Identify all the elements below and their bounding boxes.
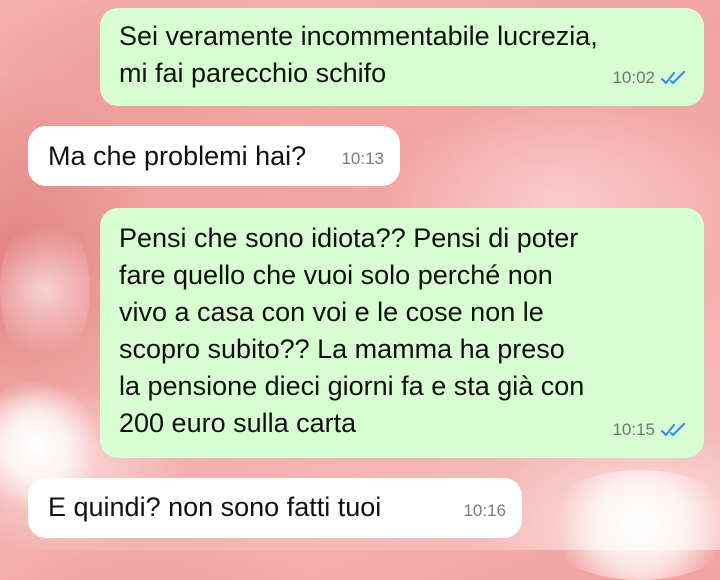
message-text: Sei veramente incommentabile lucrezia, m… xyxy=(119,21,598,88)
message-bubble-outgoing[interactable]: Pensi che sono idiota?? Pensi di poter f… xyxy=(100,208,704,458)
message-time: 10:16 xyxy=(463,501,506,520)
message-meta: 10:15 xyxy=(612,411,688,448)
background-flower xyxy=(0,210,90,370)
message-time: 10:02 xyxy=(612,68,655,87)
message-meta: 10:02 xyxy=(612,59,688,96)
message-time: 10:13 xyxy=(341,149,384,168)
message-meta: 10:13 xyxy=(341,140,384,177)
message-bubble-outgoing[interactable]: Sei veramente incommentabile lucrezia, m… xyxy=(100,8,704,106)
double-check-read-icon xyxy=(660,422,688,438)
message-meta: 10:16 xyxy=(463,492,506,529)
background-flower xyxy=(540,470,720,580)
message-time: 10:15 xyxy=(612,420,655,439)
double-check-read-icon xyxy=(660,70,688,86)
message-text: E quindi? non sono fatti tuoi xyxy=(48,492,382,522)
message-bubble-incoming[interactable]: Ma che problemi hai? 10:13 xyxy=(28,126,400,186)
message-bubble-incoming[interactable]: E quindi? non sono fatti tuoi 10:16 xyxy=(28,478,522,538)
message-text: Ma che problemi hai? xyxy=(48,141,307,171)
message-text: Pensi che sono idiota?? Pensi di poter f… xyxy=(119,223,585,438)
